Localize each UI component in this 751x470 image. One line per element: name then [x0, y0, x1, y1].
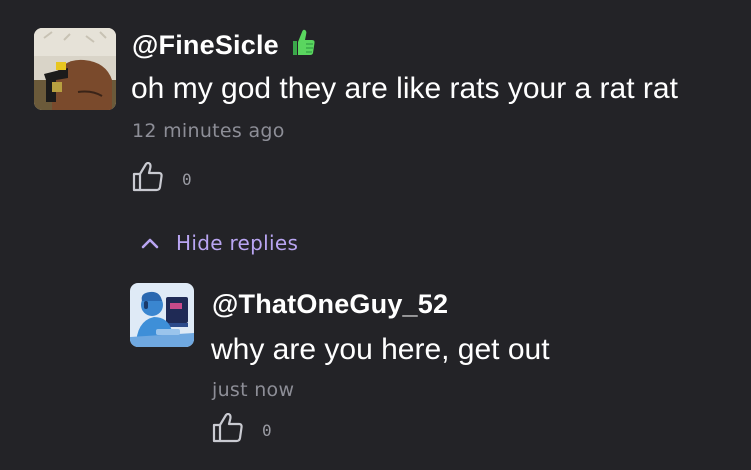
chevron-up-icon [141, 238, 159, 249]
timestamp: just now [212, 379, 295, 401]
thumbs-up-emoji-icon [287, 28, 317, 63]
reply-text: why are you here, get out [211, 333, 550, 366]
avatar[interactable] [130, 283, 194, 347]
timestamp: 12 minutes ago [132, 120, 285, 142]
username-row: @FineSicle [132, 28, 317, 62]
avatar-image [130, 283, 194, 347]
thumbs-up-icon [132, 161, 163, 192]
avatar[interactable] [34, 28, 116, 110]
like-row: 0 [212, 412, 272, 448]
like-row: 0 [132, 161, 192, 197]
thumbs-up-icon [212, 412, 243, 443]
like-count: 0 [262, 421, 272, 440]
hide-replies-label: Hide replies [176, 231, 299, 255]
username[interactable]: @ThatOneGuy_52 [212, 289, 448, 320]
username[interactable]: @FineSicle [132, 30, 279, 61]
like-button[interactable] [212, 412, 244, 448]
avatar-image [34, 28, 116, 110]
hide-replies-button[interactable]: Hide replies [140, 231, 298, 255]
comment-text: oh my god they are like rats your a rat … [131, 72, 678, 105]
like-count: 0 [182, 170, 192, 189]
like-button[interactable] [132, 161, 164, 197]
username-row: @ThatOneGuy_52 [212, 287, 448, 321]
